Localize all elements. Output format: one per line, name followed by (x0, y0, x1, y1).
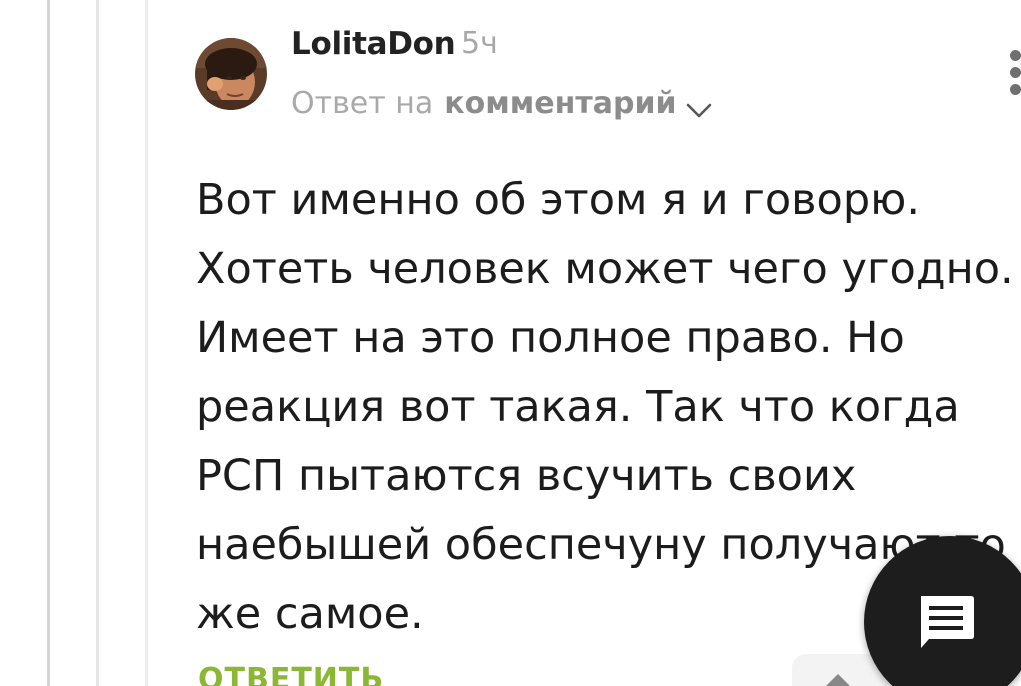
thread-line (145, 0, 148, 686)
chevron-up-icon (826, 674, 850, 686)
reply-to-link[interactable]: Ответ на комментарий (291, 86, 713, 121)
reply-button[interactable]: ОТВЕТИТЬ (198, 662, 384, 686)
thread-line (96, 0, 99, 686)
comment-timestamp: 5ч (461, 26, 498, 61)
reply-target-link[interactable]: комментарий (444, 86, 676, 121)
comment-icon (921, 596, 974, 648)
user-avatar[interactable] (195, 38, 267, 110)
chevron-down-icon[interactable] (685, 94, 713, 117)
avatar-image (195, 38, 267, 110)
author-name[interactable]: LolitaDon (291, 26, 456, 62)
reply-prefix: Ответ на (291, 86, 434, 121)
more-vertical-icon[interactable] (1007, 48, 1021, 96)
thread-line (47, 0, 50, 686)
comment-screen: LolitaDon 5ч Ответ на комментарий Вот им… (0, 0, 1021, 686)
